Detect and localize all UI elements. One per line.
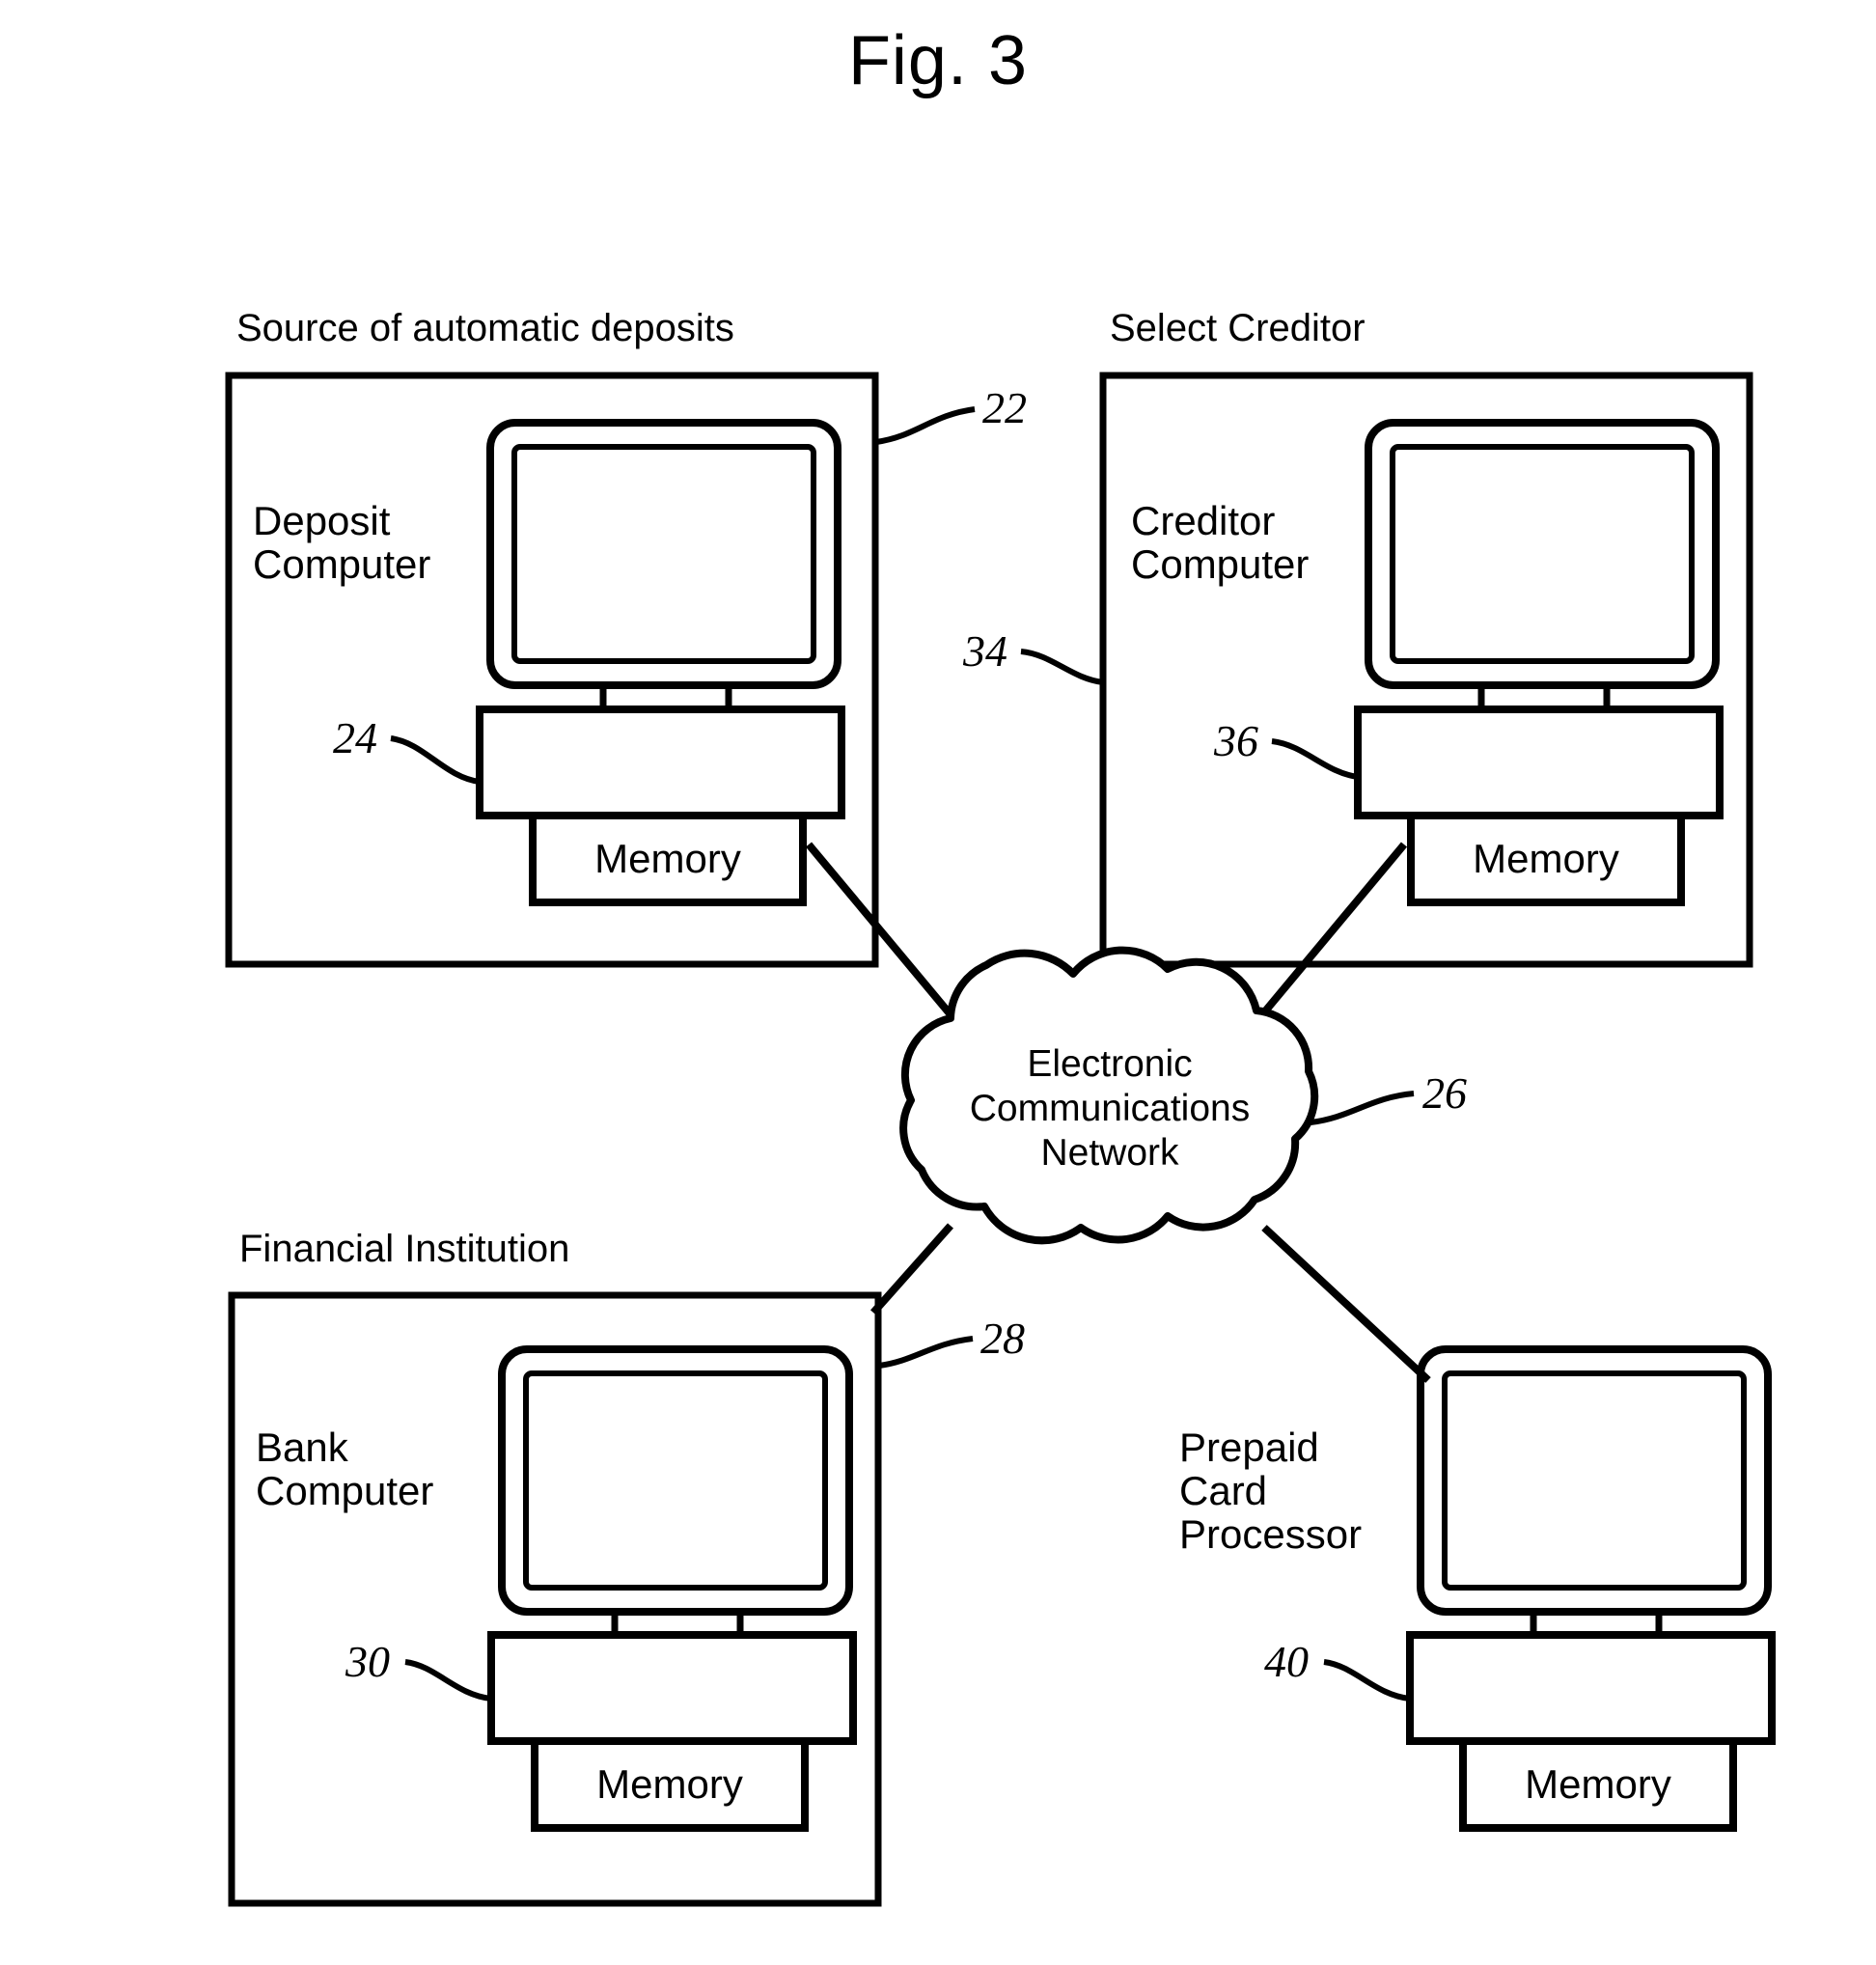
connector-prepaid-to-network: [1261, 1225, 1431, 1383]
reference-numeral-26: 26: [1422, 1068, 1467, 1118]
leader-line-22: [875, 406, 976, 445]
leader-line-30: [404, 1659, 492, 1702]
node-label-prepaid-card-processor: Prepaid Card Processor: [1179, 1425, 1363, 1557]
leader-line-24: [390, 735, 481, 785]
connector-bank-to-network: [870, 1223, 953, 1315]
leader-line-34: [1020, 649, 1104, 685]
leader-line-36: [1271, 738, 1359, 780]
reference-numeral-28: 28: [980, 1314, 1025, 1363]
group-box-financial-institution: [228, 1291, 882, 1907]
group-title-select-creditor: Select Creditor: [1110, 307, 1366, 349]
bank-computer-screen: [523, 1370, 828, 1591]
leader-line-26: [1310, 1091, 1415, 1125]
deposit-computer-monitor-shell: [486, 419, 841, 689]
node-label-deposit-computer: Deposit Computer: [253, 498, 431, 587]
cloud-label-electronic-communications-network: Electronic Communications Network: [969, 1043, 1251, 1175]
memory-label-creditor-computer: Memory: [1473, 836, 1619, 881]
connector-creditor-to-network: [1255, 842, 1408, 1021]
creditor-computer-screen: [1390, 444, 1695, 664]
reference-numeral-30: 30: [345, 1637, 390, 1686]
node-label-creditor-computer: Creditor Computer: [1131, 498, 1310, 587]
group-title-source-of-automatic-deposits: Source of automatic deposits: [236, 307, 734, 349]
node-label-bank-computer: Bank Computer: [256, 1425, 434, 1513]
leader-line-28: [878, 1336, 974, 1369]
prepaid-card-processor-monitor-shell: [1417, 1345, 1772, 1616]
node-bank-computer: [487, 1345, 857, 1832]
prepaid-card-processor-screen: [1442, 1370, 1747, 1591]
deposit-computer-base: [476, 706, 845, 819]
bank-computer-base: [487, 1631, 857, 1745]
memory-label-deposit-computer: Memory: [594, 836, 741, 881]
node-deposit-computer: [476, 419, 845, 906]
reference-numeral-36: 36: [1214, 716, 1258, 765]
leader-line-40: [1323, 1659, 1411, 1702]
memory-label-bank-computer: Memory: [596, 1761, 743, 1807]
reference-numeral-24: 24: [333, 713, 377, 762]
node-prepaid-card-processor: [1406, 1345, 1776, 1832]
prepaid-card-processor-base: [1406, 1631, 1776, 1745]
memory-label-prepaid-card-processor: Memory: [1525, 1761, 1671, 1807]
group-title-financial-institution: Financial Institution: [239, 1228, 570, 1270]
creditor-computer-base: [1354, 706, 1724, 819]
connector-deposit-to-network: [805, 842, 957, 1021]
reference-numeral-34: 34: [963, 626, 1007, 676]
bank-computer-monitor-shell: [498, 1345, 853, 1616]
deposit-computer-screen: [511, 444, 816, 664]
node-creditor-computer: [1354, 419, 1724, 906]
reference-numeral-40: 40: [1264, 1637, 1309, 1686]
patent-figure-diagram: [225, 372, 1776, 1907]
reference-numeral-22: 22: [982, 383, 1027, 432]
creditor-computer-monitor-shell: [1365, 419, 1720, 689]
